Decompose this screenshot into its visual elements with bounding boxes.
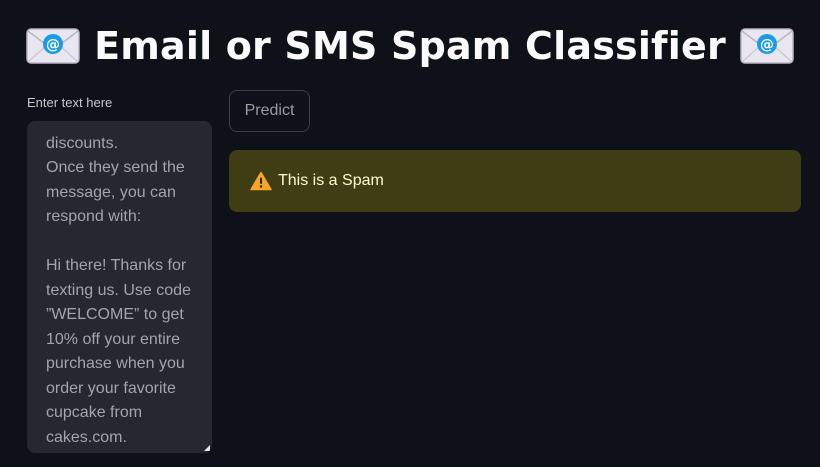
page-title-row: @ Email or SMS Spam Classifier @	[0, 14, 820, 78]
warning-icon	[250, 171, 272, 191]
message-textarea[interactable]: discounts. Once they send the message, y…	[27, 121, 212, 453]
svg-text:@: @	[760, 37, 774, 53]
app-root: @ Email or SMS Spam Classifier @ Enter t…	[0, 0, 820, 467]
envelope-email-icon: @	[26, 28, 80, 64]
spam-result-alert: This is a Spam	[229, 150, 801, 212]
predict-button[interactable]: Predict	[229, 90, 310, 132]
page-title: Email or SMS Spam Classifier	[94, 24, 726, 68]
message-textarea-value[interactable]: discounts. Once they send the message, y…	[46, 132, 200, 451]
spam-result-text: This is a Spam	[278, 172, 384, 189]
svg-text:@: @	[46, 37, 60, 53]
resize-handle-icon[interactable]	[204, 445, 210, 451]
envelope-email-icon: @	[740, 28, 794, 64]
text-input-label: Enter text here	[27, 95, 113, 110]
